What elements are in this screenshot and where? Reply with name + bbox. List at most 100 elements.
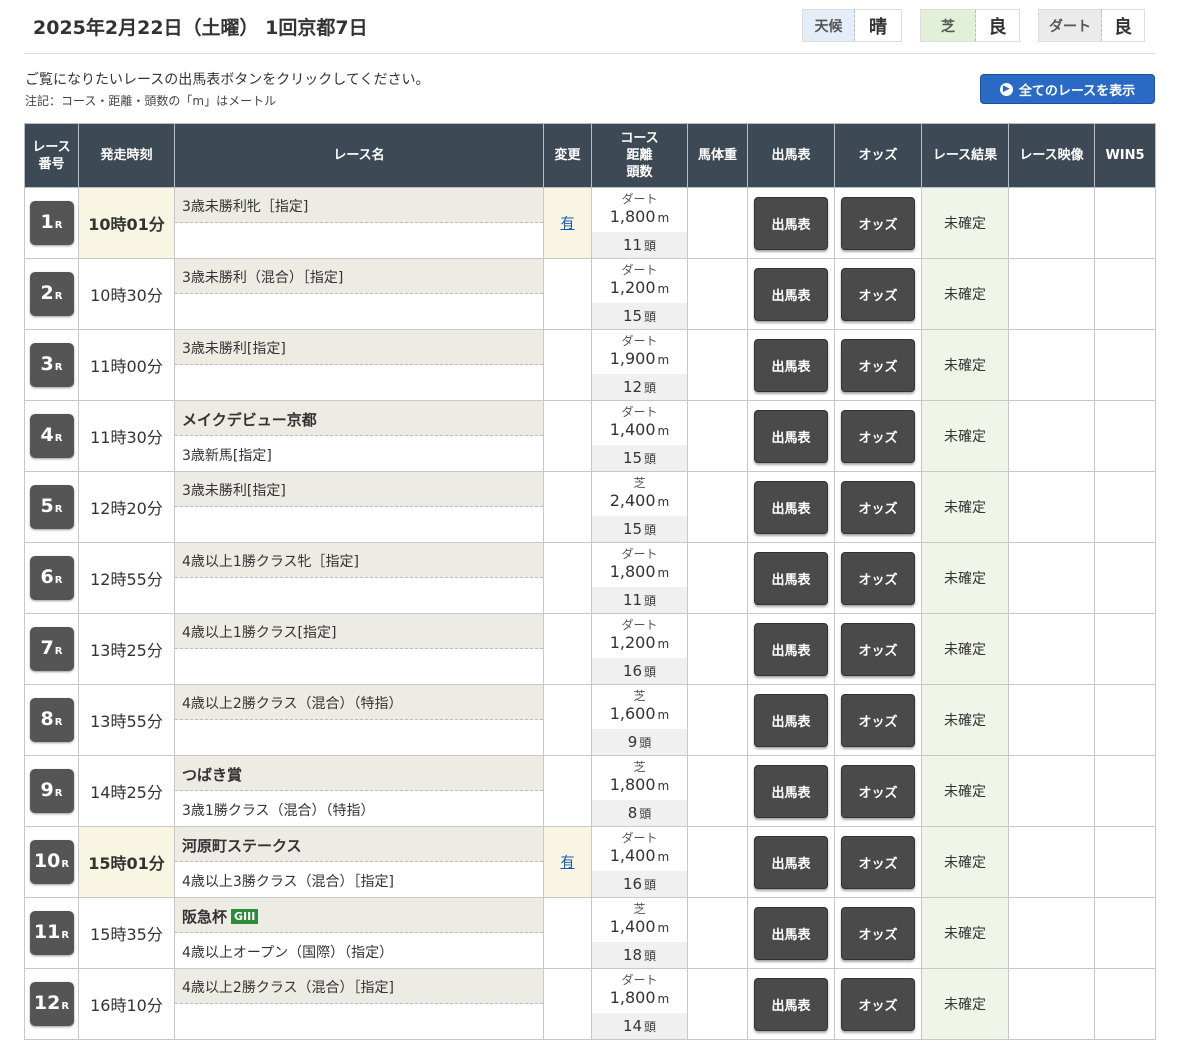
race-card-button[interactable]: 出馬表	[754, 622, 828, 676]
start-time: 12時55分	[78, 542, 175, 614]
race-number-badge: 6R	[29, 556, 74, 600]
card-cell: 出馬表	[747, 329, 835, 401]
odds-cell: オッズ	[834, 968, 922, 1040]
race-number-cell: 3R	[24, 329, 79, 401]
race-subtitle	[175, 507, 543, 542]
odds-cell: オッズ	[834, 400, 922, 472]
race-result: 未確定	[921, 968, 1009, 1040]
race-subtitle	[175, 1004, 543, 1039]
course-distance: 1,200 m	[609, 633, 670, 652]
race-result: 未確定	[921, 897, 1009, 969]
win5-cell	[1094, 329, 1156, 401]
odds-button[interactable]: オッズ	[841, 977, 915, 1031]
change-cell: 有	[543, 826, 592, 898]
course-cell: 芝 1,600 m 9 頭	[591, 684, 688, 756]
change-cell	[543, 329, 592, 401]
odds-button[interactable]: オッズ	[841, 906, 915, 960]
course-cell: ダート 1,200 m 16 頭	[591, 613, 688, 685]
course-surface: ダート	[621, 618, 658, 632]
race-card-button[interactable]: 出馬表	[754, 835, 828, 889]
race-result: 未確定	[921, 826, 1009, 898]
runner-count: 15 頭	[592, 445, 687, 471]
odds-cell: オッズ	[834, 684, 922, 756]
win5-cell	[1094, 258, 1156, 330]
course-distance: 1,200 m	[609, 278, 670, 297]
race-number-cell: 9R	[24, 755, 79, 827]
race-row: 2 R 10時30分 3歳未勝利（混合）［指定] ダート 1,200 m 15 頭 出馬表 オッズ未…	[24, 258, 1156, 330]
card-cell: 出馬表	[747, 400, 835, 472]
runner-count: 16 頭	[592, 658, 687, 684]
race-result: 未確定	[921, 684, 1009, 756]
header-change: 変更	[543, 123, 592, 188]
horse-weight-cell	[687, 187, 748, 259]
race-subtitle	[175, 649, 543, 684]
course-distance: 1,600 m	[609, 704, 670, 723]
odds-button[interactable]: オッズ	[841, 267, 915, 321]
race-card-button[interactable]: 出馬表	[754, 196, 828, 250]
race-number-cell: 8R	[24, 684, 79, 756]
race-video-cell	[1008, 258, 1095, 330]
change-link[interactable]: 有	[561, 855, 575, 871]
odds-cell: オッズ	[834, 187, 922, 259]
race-row: 4 R 11時30分 メイクデビュー京都 3歳新馬[指定] ダート 1,400 m 15 頭 出馬表…	[24, 400, 1156, 472]
race-card-button[interactable]: 出馬表	[754, 977, 828, 1031]
race-video-cell	[1008, 329, 1095, 401]
show-all-races-button[interactable]: ▶ 全てのレースを表示	[980, 74, 1155, 104]
race-card-button[interactable]: 出馬表	[754, 764, 828, 818]
runner-count: 14 頭	[592, 1013, 687, 1039]
race-result: 未確定	[921, 471, 1009, 543]
race-card-button[interactable]: 出馬表	[754, 338, 828, 392]
odds-button[interactable]: オッズ	[841, 764, 915, 818]
race-video-cell	[1008, 826, 1095, 898]
race-card-button[interactable]: 出馬表	[754, 409, 828, 463]
race-number-cell: 5R	[24, 471, 79, 543]
race-row: 3 R 11時00分 3歳未勝利[指定] ダート 1,900 m 12 頭 出馬表 オッズ 未確定	[24, 329, 1156, 401]
card-cell: 出馬表	[747, 613, 835, 685]
race-number-badge: 10 R	[29, 840, 74, 884]
runner-count: 15 頭	[592, 303, 687, 329]
change-link[interactable]: 有	[561, 216, 575, 232]
grade-badge: GIII	[231, 909, 259, 924]
race-result: 未確定	[921, 542, 1009, 614]
header-result: レース結果	[921, 123, 1009, 188]
race-row: 7 R 13時25分 4歳以上1勝クラス[指定] ダート 1,200 m 16 頭 出馬表 オッズ未…	[24, 613, 1156, 685]
turf-condition: 芝 良	[920, 9, 1020, 42]
odds-button[interactable]: オッズ	[841, 196, 915, 250]
odds-button[interactable]: オッズ	[841, 338, 915, 392]
course-surface: ダート	[621, 334, 658, 348]
horse-weight-cell	[687, 684, 748, 756]
dirt-label: ダート	[1039, 10, 1102, 41]
start-time: 12時20分	[78, 471, 175, 543]
odds-button[interactable]: オッズ	[841, 551, 915, 605]
course-surface: ダート	[621, 547, 658, 561]
race-number-cell: 10 R	[24, 826, 79, 898]
odds-button[interactable]: オッズ	[841, 622, 915, 676]
course-distance: 1,400 m	[609, 420, 670, 439]
course-cell: 芝 2,400 m 15 頭	[591, 471, 688, 543]
odds-button[interactable]: オッズ	[841, 480, 915, 534]
course-surface: 芝	[633, 689, 646, 703]
odds-cell: オッズ	[834, 897, 922, 969]
race-card-button[interactable]: 出馬表	[754, 693, 828, 747]
runner-count: 11 頭	[592, 587, 687, 613]
odds-cell: オッズ	[834, 613, 922, 685]
race-condition: 3歳未勝利（混合）［指定]	[175, 259, 543, 294]
course-distance: 2,400 m	[609, 491, 670, 510]
odds-button[interactable]: オッズ	[841, 693, 915, 747]
turf-value: 良	[976, 10, 1019, 41]
race-card-button[interactable]: 出馬表	[754, 906, 828, 960]
odds-button[interactable]: オッズ	[841, 835, 915, 889]
race-number-badge: 11 R	[29, 911, 74, 955]
race-card-button[interactable]: 出馬表	[754, 480, 828, 534]
runner-count: 11 頭	[592, 232, 687, 258]
race-name-cell: 3歳未勝利牝［指定]	[174, 187, 544, 259]
course-surface: ダート	[621, 973, 658, 987]
dirt-value: 良	[1102, 10, 1144, 41]
race-card-button[interactable]: 出馬表	[754, 551, 828, 605]
race-number-badge: 7R	[29, 627, 74, 671]
race-subtitle	[175, 720, 543, 755]
race-card-button[interactable]: 出馬表	[754, 267, 828, 321]
odds-button[interactable]: オッズ	[841, 409, 915, 463]
race-condition: 4歳以上1勝クラス牝［指定]	[175, 543, 543, 578]
header-odds: オッズ	[834, 123, 922, 188]
